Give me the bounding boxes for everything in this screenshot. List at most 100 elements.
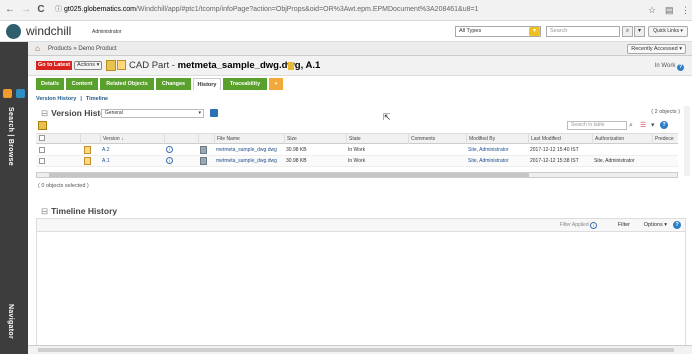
modified-by-link[interactable]: Site, Administrator [466, 145, 509, 156]
cad-part-icon [117, 60, 126, 70]
filter-button[interactable]: Filter [618, 221, 630, 230]
bookmark-star-icon[interactable]: ☆ [648, 4, 656, 16]
actions-menu-button[interactable]: Actions ▾ [74, 61, 103, 70]
scrollbar-thumb[interactable] [49, 173, 529, 177]
column-header-last-modified[interactable]: Last Modified [528, 134, 592, 144]
scrollbar-thumb[interactable] [38, 348, 674, 352]
column-header-file[interactable] [198, 134, 214, 144]
row-checkbox[interactable] [39, 147, 45, 153]
state-value: In Work [348, 158, 366, 164]
version-history-link[interactable]: Version History [36, 96, 76, 102]
row-checkbox[interactable] [39, 158, 45, 164]
page-vertical-scrollbar[interactable] [684, 106, 690, 176]
site-info-icon[interactable]: ⓘ [55, 6, 62, 13]
modified-by-link[interactable]: Site, Administrator [466, 156, 509, 167]
tab-history[interactable]: History [193, 78, 221, 90]
options-menu-button[interactable]: Options ▾ [644, 221, 667, 230]
timeline-history-header: ⊟ Timeline History [36, 206, 236, 217]
tab-details[interactable]: Details [36, 78, 64, 90]
extension-icon[interactable]: ▤ [665, 4, 674, 16]
go-to-latest-button[interactable]: Go to Latest [36, 61, 73, 70]
recently-accessed-button[interactable]: Recently Accessed ▾ [627, 44, 686, 54]
select-all-header[interactable] [36, 134, 48, 144]
column-header-modified-by[interactable]: Modified By [466, 134, 528, 144]
timeline-link[interactable]: Timeline [86, 96, 108, 102]
filter-applied-text: Filter Applied [559, 222, 589, 228]
table-filter-input[interactable]: Search in table [567, 121, 627, 130]
column-header-state[interactable]: State [346, 134, 408, 144]
filter-applied-label: Filter Applied i [560, 221, 597, 230]
version-link[interactable]: A.1 [100, 156, 110, 167]
column-header-size[interactable]: Size [284, 134, 346, 144]
windchill-logo-icon [6, 24, 21, 39]
find-icon[interactable]: ⌕ [629, 121, 633, 130]
file-icon[interactable] [200, 146, 207, 154]
more-actions-icon[interactable]: ▾ [651, 121, 655, 130]
column-header-comments[interactable]: Comments [408, 134, 466, 144]
search-options-icon[interactable]: ▾ [634, 26, 645, 37]
user-name[interactable]: Administrator [92, 29, 121, 35]
info-icon[interactable]: i [166, 146, 173, 153]
search-icon[interactable]: ⌕ [622, 26, 633, 37]
table-row[interactable]: A.2 i metmeta_sample_dwg.dwg 30.98 KB In… [36, 145, 678, 156]
recent-icon[interactable] [16, 89, 25, 98]
left-navigator: Search | Browse Navigator [0, 42, 28, 354]
info-icon[interactable]: i [166, 157, 173, 164]
tab-changes[interactable]: Changes [156, 78, 191, 90]
navigator-tab[interactable]: Navigator [7, 304, 14, 339]
column-header-authorization[interactable]: Authorization [592, 134, 652, 144]
column-header-version[interactable]: Version ↓ [100, 134, 164, 144]
browser-toolbar: ← → C ⓘ gt025.globematics.com/Windchill/a… [0, 0, 692, 21]
column-header-predecessor[interactable]: Predece [652, 134, 678, 144]
info-icon[interactable]: i [590, 222, 597, 229]
tab-traceability[interactable]: Traceability [223, 78, 267, 90]
object-name: metmeta_sample_dwg.dwg, A.1 [177, 60, 321, 71]
column-header-type[interactable] [80, 134, 100, 144]
favorites-icon[interactable] [3, 89, 12, 98]
home-icon[interactable]: ⌂ [35, 44, 40, 54]
select-all-checkbox[interactable] [39, 135, 45, 141]
state-label: In Work [654, 63, 676, 69]
quick-links-button[interactable]: Quick Links ▾ [648, 26, 688, 37]
page-horizontal-scrollbar[interactable] [28, 345, 692, 354]
chevron-down-icon[interactable]: ▾ [529, 27, 540, 36]
breadcrumb-path[interactable]: Products » Demo Product [48, 45, 117, 53]
search-input[interactable]: Search [546, 26, 620, 37]
workspace-icon[interactable] [106, 60, 116, 71]
table-horizontal-scrollbar[interactable] [36, 172, 678, 178]
state-value: In Work [348, 147, 366, 153]
table-action-icon[interactable] [38, 121, 47, 130]
save-view-icon[interactable] [210, 109, 218, 117]
view-select[interactable]: General ▾ [101, 109, 204, 118]
file-name-link[interactable]: metmeta_sample_dwg.dwg [214, 145, 277, 156]
tab-content[interactable]: Content [66, 78, 98, 90]
status-badge: In Work ? [654, 62, 684, 71]
version-link[interactable]: A.2 [100, 145, 110, 156]
column-header-file-name[interactable]: File Name [214, 134, 284, 144]
address-bar[interactable]: ⓘ gt025.globematics.com/Windchill/app/#pt… [55, 4, 478, 16]
history-subnav: Version History | Timeline [36, 95, 692, 104]
forward-icon[interactable]: → [20, 4, 32, 16]
version-history-header: ⊟ Version History General ▾ ( 2 objects ) [36, 108, 686, 119]
column-header-info[interactable] [164, 134, 198, 144]
collapse-icon[interactable]: ⊟ [41, 206, 48, 216]
state-info-icon[interactable]: ? [677, 64, 684, 71]
file-icon[interactable] [200, 157, 207, 165]
brand-name: windchill [26, 24, 72, 38]
list-view-icon[interactable]: ☰ [640, 121, 646, 130]
table-row[interactable]: A.1 i metmeta_sample_dwg.dwg 30.98 KB In… [36, 156, 678, 167]
collapse-icon[interactable]: ⊟ [41, 108, 48, 118]
subnav-separator: | [80, 96, 82, 102]
file-name-link[interactable]: metmeta_sample_dwg.dwg [214, 156, 277, 167]
help-icon[interactable]: ? [660, 121, 668, 129]
tag-icon [288, 62, 294, 70]
add-tab-button[interactable]: + [269, 78, 283, 90]
timeline-history-title: Timeline History [51, 206, 118, 216]
app-header: windchill Administrator All Types ▾ Sear… [0, 21, 692, 42]
search-browse-tab[interactable]: Search | Browse [7, 107, 14, 166]
help-icon[interactable]: ? [673, 221, 681, 229]
tab-related-objects[interactable]: Related Objects [100, 78, 154, 90]
browser-menu-icon[interactable]: ⋮ [681, 4, 690, 16]
reload-icon[interactable]: C [35, 4, 47, 16]
back-icon[interactable]: ← [4, 4, 16, 16]
